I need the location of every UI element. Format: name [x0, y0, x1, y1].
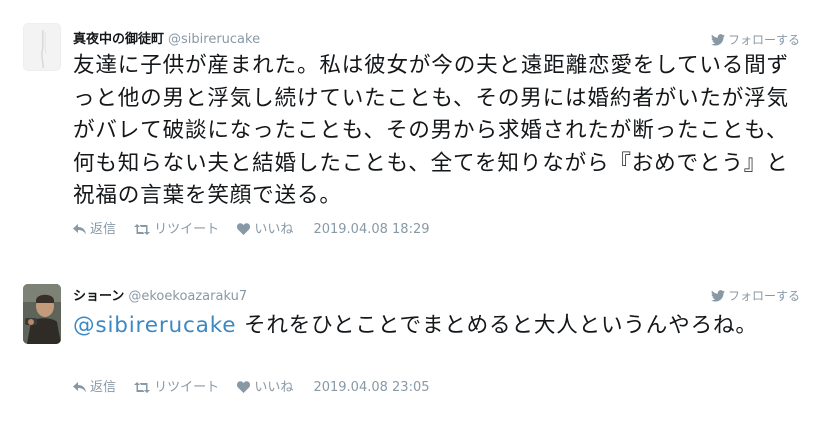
- like-label: いいね: [254, 222, 294, 237]
- tweet: ショーン @ekoekoazaraku7 フォローする @sibirerucake…: [0, 270, 822, 430]
- screen-name[interactable]: @ekoekoazaraku7: [128, 289, 247, 304]
- tweet-text: @sibirerucake それをひとことでまとめると大人というんやろね。: [73, 310, 801, 343]
- reply-label: 返信: [90, 380, 117, 395]
- timestamp[interactable]: 2019.04.08 18:29: [313, 220, 429, 240]
- retweet-button[interactable]: リツイート: [134, 378, 219, 398]
- twitter-bird-icon: [710, 34, 725, 46]
- reply-icon: [73, 224, 86, 235]
- timestamp[interactable]: 2019.04.08 23:05: [313, 378, 429, 398]
- tweet-text: 友達に子供が産まれた。私は彼女が今の夫と遠距離恋愛をしている間ずっと他の男と浮気…: [73, 53, 789, 208]
- tweet-header: 真夜中の御徒町 @sibirerucake: [73, 31, 260, 49]
- tweet-body: それをひとことでまとめると大人というんやろね。: [236, 313, 758, 338]
- reply-button[interactable]: 返信: [73, 378, 116, 398]
- retweet-label: リツイート: [154, 222, 220, 237]
- tweet-header: ショーン @ekoekoazaraku7: [73, 288, 247, 306]
- avatar[interactable]: [23, 284, 61, 344]
- heart-icon: [237, 381, 251, 393]
- retweet-icon: [134, 382, 151, 393]
- retweet-icon: [134, 224, 151, 235]
- heart-icon: [237, 223, 251, 235]
- tweet-actions: 返信 リツイート いいね 2019.04.08 18:29: [73, 220, 430, 240]
- mention-link[interactable]: @sibirerucake: [73, 313, 236, 338]
- retweet-button[interactable]: リツイート: [134, 220, 219, 240]
- display-name[interactable]: ショーン: [73, 289, 124, 304]
- tweet-actions: 返信 リツイート いいね 2019.04.08 23:05: [73, 378, 430, 398]
- tweet: 真夜中の御徒町 @sibirerucake フォローする 友達に子供が産まれた。私…: [0, 0, 822, 250]
- follow-label: フォローする: [727, 289, 800, 303]
- follow-button[interactable]: フォローする: [710, 287, 800, 305]
- retweet-label: リツイート: [154, 380, 220, 395]
- reply-icon: [73, 382, 86, 393]
- screen-name[interactable]: @sibirerucake: [168, 32, 260, 47]
- follow-label: フォローする: [727, 33, 800, 47]
- display-name[interactable]: 真夜中の御徒町: [73, 32, 164, 47]
- follow-button[interactable]: フォローする: [710, 31, 800, 49]
- twitter-bird-icon: [710, 290, 725, 302]
- like-label: いいね: [254, 380, 294, 395]
- like-button[interactable]: いいね: [237, 220, 293, 240]
- reply-label: 返信: [90, 222, 117, 237]
- reply-button[interactable]: 返信: [73, 220, 116, 240]
- like-button[interactable]: いいね: [237, 378, 293, 398]
- avatar[interactable]: [23, 23, 61, 71]
